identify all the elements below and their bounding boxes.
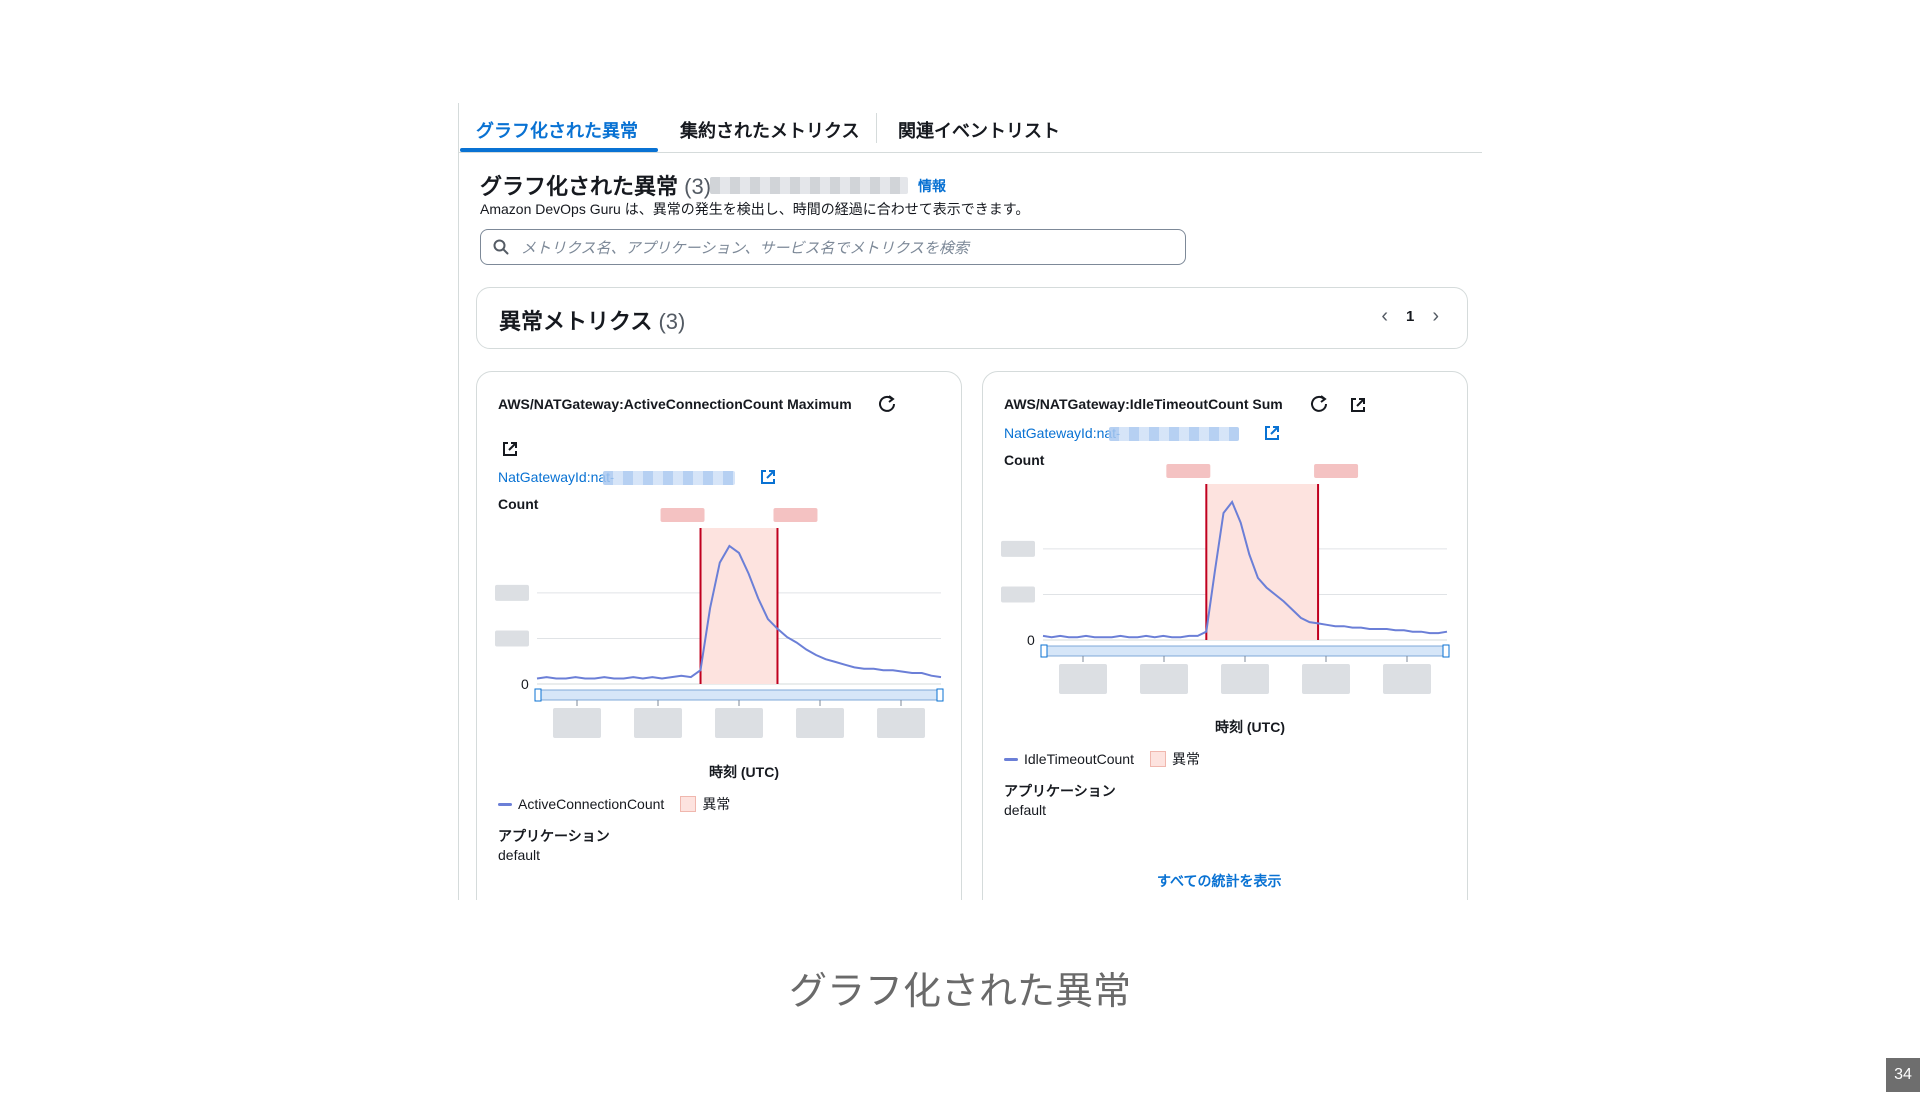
application-label: アプリケーション <box>1004 783 1116 799</box>
slide-caption: グラフ化された異常 <box>788 971 1131 1013</box>
zoom-range-bar <box>536 689 942 701</box>
redacted-y-tick <box>1001 586 1035 603</box>
tab-divider <box>876 113 877 143</box>
application-value: default <box>498 847 541 863</box>
external-link-icon[interactable] <box>501 440 519 458</box>
redacted-y-tick <box>495 584 529 601</box>
metric-title: AWS/NATGateway:ActiveConnectionCount Max… <box>498 396 852 412</box>
legend-series-label: ActiveConnectionCount <box>518 796 665 812</box>
active-tab-indicator <box>460 148 658 152</box>
section-description: Amazon DevOps Guru は、異常の発生を検出し、時間の経過に合わせ… <box>480 201 1030 217</box>
external-link-icon[interactable] <box>1349 396 1367 414</box>
series-line-swatch <box>1004 757 1018 761</box>
redacted-y-tick <box>495 630 529 647</box>
redacted-anomaly-start-label <box>660 508 705 522</box>
y-tick-zero: 0 <box>1027 632 1035 648</box>
refresh-icon[interactable] <box>877 394 897 414</box>
y-tick-zero: 0 <box>521 676 529 692</box>
anomaly-region <box>1206 484 1319 640</box>
anomalous-metrics-count: (3) <box>658 309 686 334</box>
anomalous-metrics-title: 異常メトリクス (3) <box>499 304 685 336</box>
redacted-x-tick-label <box>1383 664 1431 694</box>
redacted-gateway-id <box>603 471 735 485</box>
legend-anomaly-label: 異常 <box>702 796 731 812</box>
external-link-icon[interactable] <box>760 469 776 485</box>
nat-gateway-link-text[interactable]: NatGatewayId:nat- <box>1004 425 1121 441</box>
redacted-x-tick-label <box>634 708 682 738</box>
redacted-x-tick-label <box>1302 664 1350 694</box>
series-line-swatch <box>498 802 512 806</box>
zoom-handle-left <box>1040 644 1048 658</box>
pagination: ‹ 1 › <box>1381 306 1439 326</box>
chevron-left-icon[interactable]: ‹ <box>1381 306 1388 326</box>
nat-gateway-link[interactable]: NatGatewayId:nat- <box>498 469 615 485</box>
redacted-x-tick-label <box>1140 664 1188 694</box>
redacted-anomaly-end-label <box>773 508 818 522</box>
chart-legend: IdleTimeoutCount 異常 <box>1004 749 1200 769</box>
devops-guru-screenshot: グラフ化された異常 集約されたメトリクス 関連イベントリスト グラフ化された異常… <box>458 103 1482 900</box>
application-value: default <box>1004 802 1047 818</box>
x-axis-label: 時刻 (UTC) <box>1215 719 1285 735</box>
section-title-count: (3) <box>684 174 712 199</box>
redacted-x-tick-label <box>796 708 844 738</box>
slide-page-number: 34 <box>1886 1058 1920 1092</box>
redacted-y-tick <box>1001 540 1035 557</box>
anomaly-line-chart: 0 <box>495 508 944 738</box>
tab-bar: グラフ化された異常 集約されたメトリクス 関連イベントリスト <box>458 103 1482 153</box>
metric-title: AWS/NATGateway:IdleTimeoutCount Sum <box>1004 396 1283 412</box>
legend-anomaly-label: 異常 <box>1171 751 1200 767</box>
anomaly-region <box>700 528 778 684</box>
redacted-x-tick-label <box>715 708 763 738</box>
redacted-x-tick-label <box>553 708 601 738</box>
anomaly-area-swatch <box>1149 751 1166 767</box>
zoom-handle-right <box>936 688 944 702</box>
anomalous-metrics-title-text: 異常メトリクス <box>499 309 653 334</box>
chart-legend: ActiveConnectionCount 異常 <box>498 794 730 814</box>
section-title-text: グラフ化された異常 <box>480 174 679 199</box>
external-link-icon[interactable] <box>1264 425 1280 441</box>
redacted-x-tick-label <box>1221 664 1269 694</box>
nat-gateway-link[interactable]: NatGatewayId:nat- <box>1004 425 1121 441</box>
search-icon <box>493 239 509 255</box>
redacted-x-tick-label <box>877 708 925 738</box>
redacted-id <box>710 177 908 194</box>
refresh-icon[interactable] <box>1309 394 1329 414</box>
anomalous-metrics-header: 異常メトリクス (3) ‹ 1 › <box>476 287 1468 349</box>
application-label: アプリケーション <box>498 828 610 844</box>
anomaly-line-chart: 0 <box>1001 464 1450 694</box>
metric-search[interactable] <box>480 229 1186 265</box>
redacted-anomaly-end-label <box>1314 464 1359 478</box>
metric-card-idle-timeout: AWS/NATGateway:IdleTimeoutCount Sum NatG… <box>982 371 1468 900</box>
panel-border <box>458 103 459 900</box>
nat-gateway-link-text[interactable]: NatGatewayId:nat- <box>498 469 615 485</box>
tab-graphed-anomalies[interactable]: グラフ化された異常 <box>476 117 638 143</box>
redacted-anomaly-start-label <box>1166 464 1211 478</box>
redacted-x-tick-label <box>1059 664 1107 694</box>
legend-series-label: IdleTimeoutCount <box>1024 751 1134 767</box>
section-title: グラフ化された異常 (3) <box>480 169 711 201</box>
tab-aggregated-metrics[interactable]: 集約されたメトリクス <box>680 117 859 143</box>
zoom-handle-left <box>534 688 542 702</box>
zoom-handle-right <box>1442 644 1450 658</box>
search-input[interactable] <box>519 234 1173 262</box>
x-axis-label: 時刻 (UTC) <box>709 764 779 780</box>
tab-related-events[interactable]: 関連イベントリスト <box>898 117 1060 143</box>
redacted-gateway-id <box>1109 427 1239 441</box>
zoom-range-bar <box>1042 645 1448 657</box>
anomaly-area-swatch <box>680 796 697 812</box>
view-all-stats-link[interactable]: すべての統計を表示 <box>1157 871 1281 891</box>
info-link[interactable]: 情報 <box>918 176 946 196</box>
chevron-right-icon[interactable]: › <box>1432 306 1439 326</box>
metric-card-active-connection: AWS/NATGateway:ActiveConnectionCount Max… <box>476 371 962 900</box>
current-page[interactable]: 1 <box>1406 308 1414 325</box>
